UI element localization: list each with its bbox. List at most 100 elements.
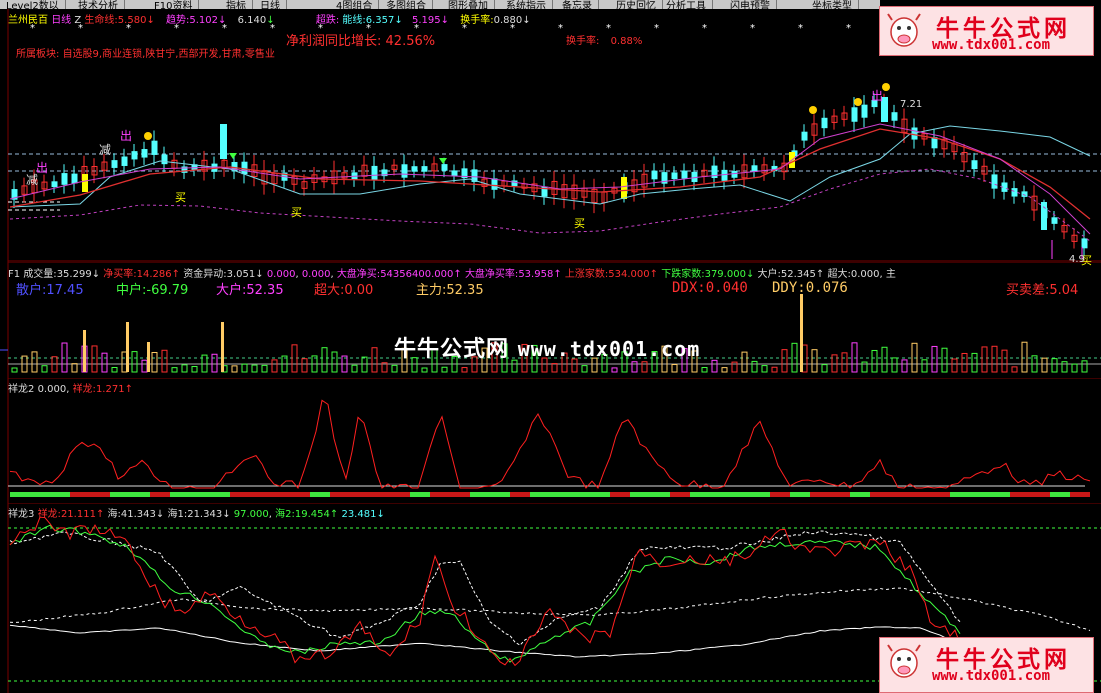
- xl3-hai1-value: 21.343: [187, 509, 223, 520]
- energy-value: 6.357: [365, 15, 395, 26]
- toolbar-item-13[interactable]: 坐标类型: [806, 0, 859, 9]
- xl2-signal-bar: [710, 492, 730, 497]
- volume-bar: [1041, 357, 1048, 373]
- toolbar-item-5[interactable]: 4图组合: [330, 0, 380, 9]
- candle-body: [851, 107, 858, 122]
- signal-dot-icon: [144, 132, 152, 140]
- toolbar-item-7[interactable]: 图形叠加: [442, 0, 495, 9]
- xl3-hai1-arrow: ↓: [222, 509, 231, 520]
- volume-bar: [921, 359, 928, 373]
- profit-growth: 净利润同比增长: 42.56%: [286, 30, 435, 49]
- xl3-v23-arrow: ↓: [376, 509, 385, 520]
- z-label: Z: [74, 15, 82, 26]
- star-icon: *: [798, 23, 803, 34]
- xl2-signal-bar: [910, 492, 930, 497]
- candle-body: [151, 140, 158, 155]
- v6-arrow: ↓: [440, 15, 450, 26]
- candle-body: [161, 154, 168, 165]
- v6-value: 5.195: [411, 15, 441, 26]
- candle-body: [1011, 188, 1018, 197]
- v3-value: 6.140: [237, 15, 267, 26]
- toolbar-item-10[interactable]: 历史回忆: [610, 0, 663, 9]
- logo-watermark-bottom: 牛牛公式网 www.tdx001.com: [879, 637, 1094, 693]
- toolbar-item-6[interactable]: 多图组合: [380, 0, 433, 9]
- turnover-label: 换手率:: [460, 15, 494, 26]
- volume-bar: [891, 357, 898, 373]
- sector-label: 所属板块:: [16, 49, 60, 60]
- trend-value: 5.102: [189, 15, 219, 26]
- xl3-line-arrow: ↑: [95, 509, 105, 520]
- volume-bar: [171, 367, 178, 373]
- xl2-signal-bar: [610, 492, 630, 497]
- toolbar-item-12[interactable]: 闪电预警: [724, 0, 777, 9]
- annotation-jian-2: 减: [99, 143, 112, 157]
- xl2-signal-bar: [670, 492, 690, 497]
- volume-bar: [151, 352, 158, 373]
- retail-value: 散户:17.45: [16, 283, 84, 298]
- xl2-signal-bar: [1030, 492, 1050, 497]
- xianglong2-header: 祥龙2 0.000, 祥龙:1.271↑: [8, 380, 133, 395]
- market-rate-value: 53.958: [518, 269, 554, 280]
- magenta-ma-line: [9, 123, 1091, 235]
- annotation-mai-1: 买: [175, 191, 186, 204]
- candle-body: [1051, 217, 1058, 224]
- toolbar-item-0[interactable]: Level2数以: [0, 0, 66, 9]
- super-label: 超大:: [827, 269, 851, 280]
- candle-body: [71, 173, 78, 184]
- yellow-candle: [82, 174, 88, 192]
- xl2-signal-bar: [930, 492, 950, 497]
- tall-candle: [220, 124, 227, 159]
- toolbar-item-2[interactable]: F10资料: [148, 0, 200, 9]
- volume-bar: [131, 351, 138, 373]
- logo-url: www.tdx001.com: [932, 37, 1051, 53]
- xl2-signal-bar: [110, 492, 130, 497]
- super-holder-value: 超大:0.00: [314, 283, 374, 298]
- big-holder-value: 大户:52.35: [216, 283, 284, 298]
- xl2-signal-bar: [310, 492, 330, 497]
- volume-bar: [941, 347, 948, 373]
- toolbar-item-8[interactable]: 系统指示: [500, 0, 553, 9]
- volume-bar: [841, 352, 848, 373]
- volume-bar: [1081, 360, 1088, 373]
- annotation-mai-3: 买: [574, 217, 585, 230]
- candle-body: [121, 156, 128, 166]
- candle-body: [801, 131, 808, 141]
- life-line-arrow: ↓: [146, 15, 155, 26]
- volume-bar: [551, 363, 558, 373]
- volume-bar: [421, 367, 428, 373]
- volume-spike: [83, 330, 86, 372]
- ddy-value: DDY:0.076: [772, 280, 848, 296]
- toolbar-item-9[interactable]: 备忘录: [556, 0, 599, 9]
- xl3-hai1-label: 海1:: [167, 509, 188, 520]
- life-line-value: 5.580: [117, 15, 147, 26]
- volume-bar: [581, 365, 588, 373]
- xianglong2-panel[interactable]: 祥龙2 0.000, 祥龙:1.271↑: [0, 378, 1101, 503]
- turnover2-value: 0.88%: [610, 36, 643, 47]
- signal-dot-icon: [882, 83, 890, 91]
- toolbar-item-11[interactable]: 分析工具: [660, 0, 713, 9]
- energy-arrow: ↓: [394, 15, 403, 26]
- volume-bar: [11, 367, 18, 373]
- candle-body: [111, 160, 118, 168]
- toolbar-item-3[interactable]: 指标: [220, 0, 253, 9]
- candle-body: [721, 169, 728, 181]
- toolbar-item-1[interactable]: 技术分析: [72, 0, 125, 9]
- xl2-signal-bar: [450, 492, 470, 497]
- volume-bar: [371, 347, 378, 373]
- candle-body: [371, 165, 378, 180]
- xianglong2-line: [9, 399, 1091, 489]
- volume-panel[interactable]: F1 成交量:35.299↓ 净买率:14.286↑ 资金异动:3.051↓ 0…: [0, 262, 1101, 378]
- star-icon: *: [846, 23, 851, 34]
- volume-bar: [831, 354, 838, 373]
- toolbar-item-4[interactable]: 日线: [254, 0, 287, 9]
- xl2-signal-bar: [770, 492, 790, 497]
- volume-bar: [741, 351, 748, 373]
- main-force-value: 主力:52.35: [416, 283, 484, 298]
- candle-body: [491, 178, 498, 190]
- trend-arrow: ↓: [218, 15, 227, 26]
- profit-value: 42.56%: [385, 34, 436, 49]
- volume-bar: [181, 364, 188, 373]
- volume-bar: [951, 358, 958, 373]
- candle-body: [681, 170, 688, 179]
- volume-bar: [141, 359, 148, 373]
